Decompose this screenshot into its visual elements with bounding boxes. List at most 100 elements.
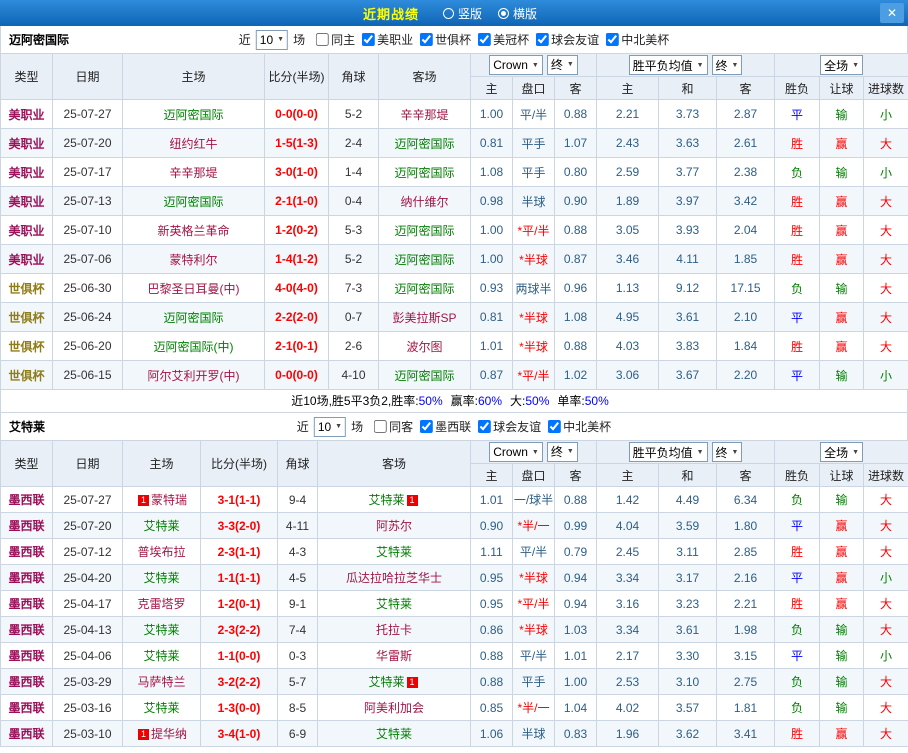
goals-result-cell: 小	[864, 643, 908, 669]
avg-lose-odds: 1.81	[717, 695, 775, 721]
filter-checkbox-中北美杯[interactable]: 中北美杯	[606, 31, 669, 48]
filter-checkboxes: 同主美职业 世俱杯 美冠杯球会友谊中北美杯	[309, 31, 669, 48]
match-count-select[interactable]: 10▼	[314, 417, 346, 437]
sections-container: 迈阿密国际 近 10▼场 同主美职业世俱杯美冠杯球会友谊中北美杯 类型 日期 主…	[0, 26, 908, 747]
handicap-away-odds: 0.88	[555, 216, 597, 245]
handicap: *半球	[513, 245, 555, 274]
col-sub-away-odds: 客	[555, 464, 597, 487]
filter-checkbox-同客[interactable]: 同客	[374, 418, 413, 435]
avg-win-odds: 1.13	[597, 274, 659, 303]
avg-draw-odds: 3.10	[659, 669, 717, 695]
match-row: 墨西联25-07-271蒙特瑞3-1(1-1)9-4艾特莱11.01一/球半0.…	[1, 487, 908, 513]
filter-checkbox-同主[interactable]: 同主	[316, 31, 355, 48]
layout-radio-horizontal[interactable]: 横版	[498, 5, 537, 22]
match-count-select[interactable]: 10▼	[256, 30, 288, 50]
home-team-cell: 克雷塔罗	[123, 591, 201, 617]
away-team-name: 艾特莱	[368, 675, 404, 689]
summary-stat-label: 大:	[510, 394, 525, 408]
avg-odds-select[interactable]: 胜平负均值▼	[629, 55, 708, 75]
home-team-cell: 1蒙特瑞	[123, 487, 201, 513]
avg-lose-odds: 2.87	[717, 100, 775, 129]
result-cell: 胜	[775, 216, 820, 245]
checkbox-input[interactable]	[362, 33, 375, 46]
corner-score: 5-3	[329, 216, 379, 245]
checkbox-label: 世俱杯	[435, 31, 471, 48]
filter-bar: 近 10▼场 同客墨西联球会友谊中北美杯	[297, 417, 611, 437]
home-team-name: 艾特莱	[143, 519, 179, 533]
corner-score: 7-4	[278, 617, 318, 643]
avg-win-odds: 3.06	[597, 361, 659, 390]
filter-checkbox-墨西联[interactable]: 墨西联	[420, 418, 471, 435]
home-team-name: 提华纳	[151, 727, 187, 741]
goals-result-cell: 大	[864, 591, 908, 617]
away-team-name: 艾特莱	[368, 493, 404, 507]
scope-group-header: 全场▼	[775, 441, 908, 464]
home-team-cell: 巴黎圣日耳曼(中)	[123, 274, 265, 303]
filter-checkbox-球会友谊[interactable]: 球会友谊	[478, 418, 541, 435]
home-team-name: 马萨特兰	[137, 675, 185, 689]
odds-company-select[interactable]: Crown▼	[489, 442, 543, 462]
goals-result-cell: 大	[864, 187, 908, 216]
handicap: 两球半	[513, 274, 555, 303]
match-date: 25-07-17	[53, 158, 123, 187]
handicap-result-cell: 赢	[820, 129, 864, 158]
layout-radio-vertical[interactable]: 竖版	[443, 5, 482, 22]
checkbox-input[interactable]	[420, 33, 433, 46]
checkbox-input[interactable]	[478, 33, 491, 46]
col-away: 客场	[318, 441, 471, 487]
away-team-cell: 纳什维尔	[379, 187, 471, 216]
checkbox-input[interactable]	[374, 420, 387, 433]
selected-option: 胜平负均值	[633, 57, 693, 74]
checkbox-input[interactable]	[548, 420, 561, 433]
handicap-away-odds: 0.94	[555, 565, 597, 591]
col-sub-handicap-result: 让球	[820, 464, 864, 487]
match-date: 25-07-12	[53, 539, 123, 565]
summary-stat-value: 60%	[478, 394, 502, 408]
filter-checkbox-世俱杯[interactable]: 世俱杯	[420, 31, 471, 48]
home-team-name: 迈阿密国际(中)	[154, 340, 234, 354]
handicap-home-odds: 0.95	[471, 565, 513, 591]
away-team-cell: 华雷斯	[318, 643, 471, 669]
corner-score: 2-6	[329, 332, 379, 361]
filter-checkbox-球会友谊[interactable]: 球会友谊	[536, 31, 599, 48]
avg-final-select[interactable]: 终▼	[712, 442, 743, 462]
checkbox-input[interactable]	[606, 33, 619, 46]
corner-score: 4-3	[278, 539, 318, 565]
score: 1-2(0-2)	[265, 216, 329, 245]
avg-final-select[interactable]: 终▼	[712, 55, 743, 75]
checkbox-label: 美冠杯	[493, 31, 529, 48]
score: 1-1(0-0)	[201, 643, 278, 669]
corner-score: 1-4	[329, 158, 379, 187]
handicap-result-cell: 输	[820, 617, 864, 643]
checkbox-input[interactable]	[420, 420, 433, 433]
odds-final-select[interactable]: 终▼	[547, 55, 578, 75]
goals-result-cell: 大	[864, 216, 908, 245]
odds-company-select[interactable]: Crown▼	[489, 55, 543, 75]
odds-final-select[interactable]: 终▼	[547, 442, 578, 462]
close-button[interactable]: ✕	[880, 3, 904, 23]
score: 3-0(1-0)	[265, 158, 329, 187]
goals-result-cell: 大	[864, 274, 908, 303]
avg-win-odds: 2.43	[597, 129, 659, 158]
filter-checkbox-中北美杯[interactable]: 中北美杯	[548, 418, 611, 435]
checkbox-input[interactable]	[478, 420, 491, 433]
avg-draw-odds: 4.11	[659, 245, 717, 274]
handicap-result-cell: 赢	[820, 721, 864, 747]
checkbox-label: 球会友谊	[493, 418, 541, 435]
scope-select[interactable]: 全场▼	[820, 442, 863, 462]
avg-odds-select[interactable]: 胜平负均值▼	[629, 442, 708, 462]
scope-select[interactable]: 全场▼	[820, 55, 863, 75]
filter-checkbox-美冠杯[interactable]: 美冠杯	[478, 31, 529, 48]
league-type: 美职业	[1, 158, 53, 187]
avg-draw-odds: 3.61	[659, 617, 717, 643]
filter-checkbox-美职业[interactable]: 美职业	[362, 31, 413, 48]
corner-score: 9-1	[278, 591, 318, 617]
checkbox-input[interactable]	[536, 33, 549, 46]
goals-result-cell: 大	[864, 539, 908, 565]
section-header: 艾特莱 近 10▼场 同客墨西联球会友谊中北美杯	[0, 413, 908, 440]
handicap-away-odds: 1.07	[555, 129, 597, 158]
selected-option: 终	[716, 444, 728, 461]
handicap: *半球	[513, 303, 555, 332]
checkbox-input[interactable]	[316, 33, 329, 46]
corner-score: 0-7	[329, 303, 379, 332]
